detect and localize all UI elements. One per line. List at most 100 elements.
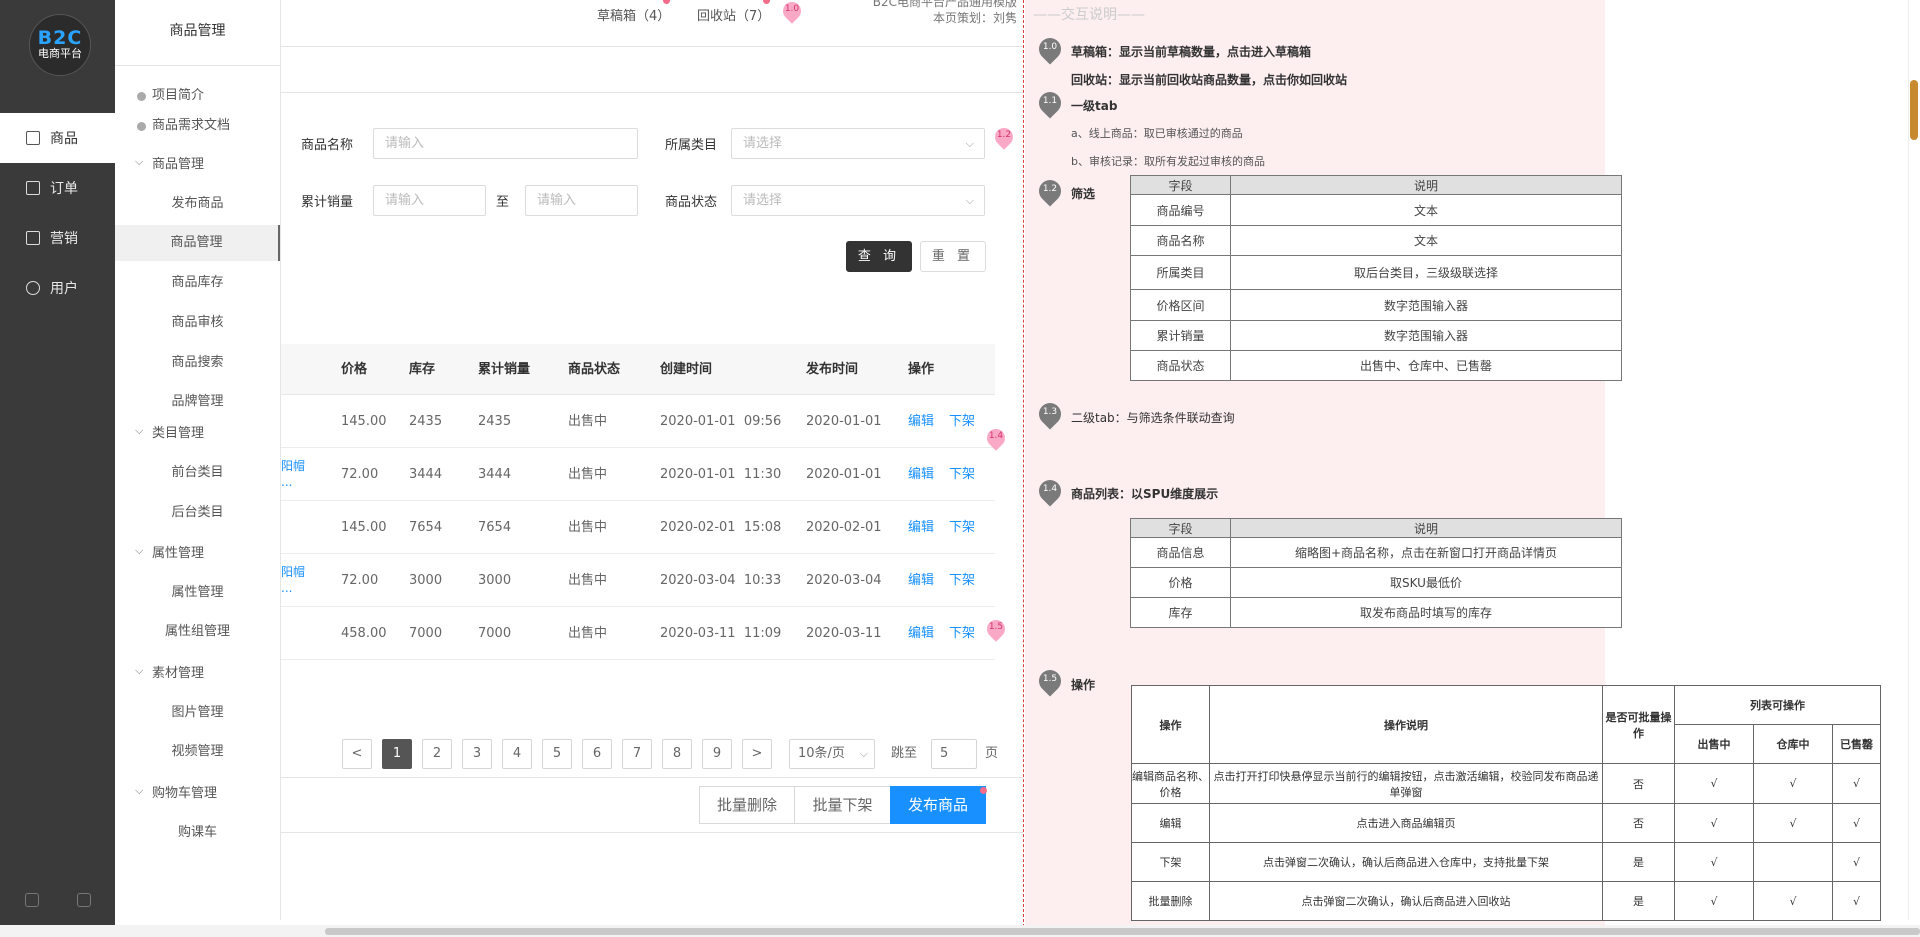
table-cell: 文本 [1230, 225, 1622, 256]
table-cell: 缩略图+商品名称，点击在新窗口打开商品详情页 [1230, 537, 1622, 568]
page-button-4[interactable]: 4 [502, 739, 532, 769]
table-cell: 下架 [1131, 842, 1210, 882]
table-cell: √ [1753, 881, 1833, 921]
edit-link[interactable]: 编辑 [908, 607, 934, 660]
sidebar-item-attribute[interactable]: 属性管理 [115, 575, 280, 611]
offline-link[interactable]: 下架 [949, 501, 975, 554]
table-header-cell: 出售中 [1674, 724, 1754, 764]
page-button-3[interactable]: 3 [462, 739, 492, 769]
sales-to-input[interactable]: 请输入 [525, 185, 638, 216]
table-cell: 点击弹窗二次确认，确认后商品进入回收站 [1209, 881, 1603, 921]
note-subtab: 二级tab：与筛选条件联动查询 [1071, 411, 1235, 425]
page-button-6[interactable]: 6 [582, 739, 612, 769]
page-button-2[interactable]: 2 [422, 739, 452, 769]
sidebar-item-product-manage[interactable]: 商品管理 [115, 225, 280, 261]
edit-link[interactable]: 编辑 [908, 501, 934, 554]
sidebar-item-course-cart[interactable]: 购课车 [115, 815, 280, 851]
publish-dot-icon [980, 787, 987, 794]
edit-link[interactable]: 编辑 [908, 448, 934, 501]
pin-number: 1.2 [1042, 184, 1058, 194]
sidebar-group-product[interactable]: 商品管理 [115, 144, 280, 183]
sales-from-input[interactable]: 请输入 [373, 185, 486, 216]
product-name-input[interactable]: 请输入 [373, 128, 638, 159]
table-cell: 出售中、仓库中、已售罄 [1230, 350, 1622, 381]
draft-box-link[interactable]: 草稿箱（4） [597, 5, 670, 24]
sales-label: 累计销量 [301, 195, 354, 210]
sidebar-group-material[interactable]: 素材管理 [115, 653, 280, 692]
sidebar-item-front-category[interactable]: 前台类目 [115, 455, 280, 491]
page-button-8[interactable]: 8 [662, 739, 692, 769]
sidebar-item-attribute-group[interactable]: 属性组管理 [115, 614, 280, 650]
table-header-cell: 说明 [1230, 518, 1622, 538]
nav-item-users[interactable]: 用户 [0, 263, 115, 313]
tab-divider [281, 92, 1023, 93]
status-select[interactable]: 请选择 ⌵ [731, 185, 985, 216]
brand-logo-subtext: 电商平台 [38, 47, 82, 60]
offline-link[interactable]: 下架 [949, 395, 975, 448]
table-cell: 数字范围输入器 [1230, 320, 1622, 351]
chevron-down-icon: ⌵ [965, 194, 974, 207]
cell-product-name[interactable]: 阳帽 ... [281, 564, 305, 596]
publish-product-button[interactable]: 发布商品 [890, 786, 986, 824]
table-cell: 编辑商品名称、价格 [1131, 763, 1210, 804]
page-button-1[interactable]: 1 [382, 739, 412, 769]
settings-icon[interactable] [25, 893, 39, 907]
main-content: 草稿箱（4） 回收站（7） 1.0 B2C电商平台产品通用模版 本页策划：刘隽 … [281, 0, 1023, 925]
reset-button[interactable]: 重 置 [920, 241, 986, 272]
nav-item-marketing[interactable]: 营销 [0, 213, 115, 263]
sidebar-group-attribute[interactable]: 属性管理 [115, 533, 280, 572]
page-size-value: 10条/页 [798, 746, 845, 761]
page-unit-label: 页 [985, 746, 999, 761]
cell-stock: 2435 [409, 414, 443, 429]
sidebar-item-search[interactable]: 商品搜索 [115, 345, 280, 381]
sidebar-item-inventory[interactable]: 商品库存 [115, 265, 280, 301]
table-row: 145.00 2435 2435 出售中 2020-01-01 09:56 20… [281, 395, 995, 448]
recycle-bin-link[interactable]: 回收站（7） [697, 5, 770, 24]
note-recycle: 回收站：显示当前回收站商品数量，点击你如回收站 [1071, 73, 1348, 87]
offline-link[interactable]: 下架 [949, 554, 975, 607]
fullscreen-icon[interactable] [77, 893, 91, 907]
sidebar-item-publish[interactable]: 发布商品 [115, 186, 280, 222]
edit-link[interactable]: 编辑 [908, 554, 934, 607]
table-cell: 库存 [1130, 597, 1231, 628]
table-cell: 否 [1602, 763, 1675, 804]
prev-page-button[interactable]: < [342, 739, 372, 769]
horizontal-scrollbar[interactable] [0, 925, 1920, 937]
query-button[interactable]: 查 询 [846, 241, 912, 272]
sidebar-item-images[interactable]: 图片管理 [115, 695, 280, 731]
cell-price: 145.00 [341, 414, 387, 429]
nav-item-orders[interactable]: 订单 [0, 163, 115, 213]
sidebar-item-review[interactable]: 商品审核 [115, 305, 280, 341]
nav-item-products[interactable]: 商品 [0, 113, 115, 163]
sidebar-item-requirements[interactable]: 商品需求文档 [115, 108, 280, 144]
cell-product-name[interactable]: 阳帽 ... [281, 458, 305, 490]
cell-price: 72.00 [341, 467, 379, 482]
column-header-price: 价格 [341, 362, 368, 377]
offline-link[interactable]: 下架 [949, 448, 975, 501]
cell-price: 458.00 [341, 626, 387, 641]
category-select[interactable]: 请选择 ⌵ [731, 128, 985, 159]
batch-offline-button[interactable]: 批量下架 [794, 786, 891, 824]
batch-delete-button[interactable]: 批量删除 [699, 786, 795, 824]
sidebar-group-cart[interactable]: 购物车管理 [115, 773, 280, 812]
offline-link[interactable]: 下架 [949, 607, 975, 660]
page-button-9[interactable]: 9 [702, 739, 732, 769]
cell-created: 2020-02-01 15:08 [660, 520, 782, 535]
page-button-7[interactable]: 7 [622, 739, 652, 769]
jump-page-input[interactable]: 5 [931, 739, 977, 769]
column-header-actions: 操作 [908, 362, 935, 377]
sidebar-item-videos[interactable]: 视频管理 [115, 734, 280, 770]
page-size-select[interactable]: 10条/页 ⌵ [789, 739, 875, 769]
sidebar-group-category[interactable]: 类目管理 [115, 413, 280, 452]
sidebar-item-back-category[interactable]: 后台类目 [115, 495, 280, 531]
brand-logo[interactable]: B2C 电商平台 [29, 14, 91, 76]
pin-number: 1.4 [1042, 484, 1058, 494]
page-button-5[interactable]: 5 [542, 739, 572, 769]
next-page-button[interactable]: > [742, 739, 772, 769]
cell-price: 145.00 [341, 520, 387, 535]
table-cell: √ [1674, 842, 1754, 882]
pin-number: 1.2 [996, 130, 1012, 140]
horizontal-scrollbar-thumb[interactable] [325, 928, 1920, 935]
vertical-scrollbar-thumb[interactable] [1910, 80, 1918, 140]
edit-link[interactable]: 编辑 [908, 395, 934, 448]
